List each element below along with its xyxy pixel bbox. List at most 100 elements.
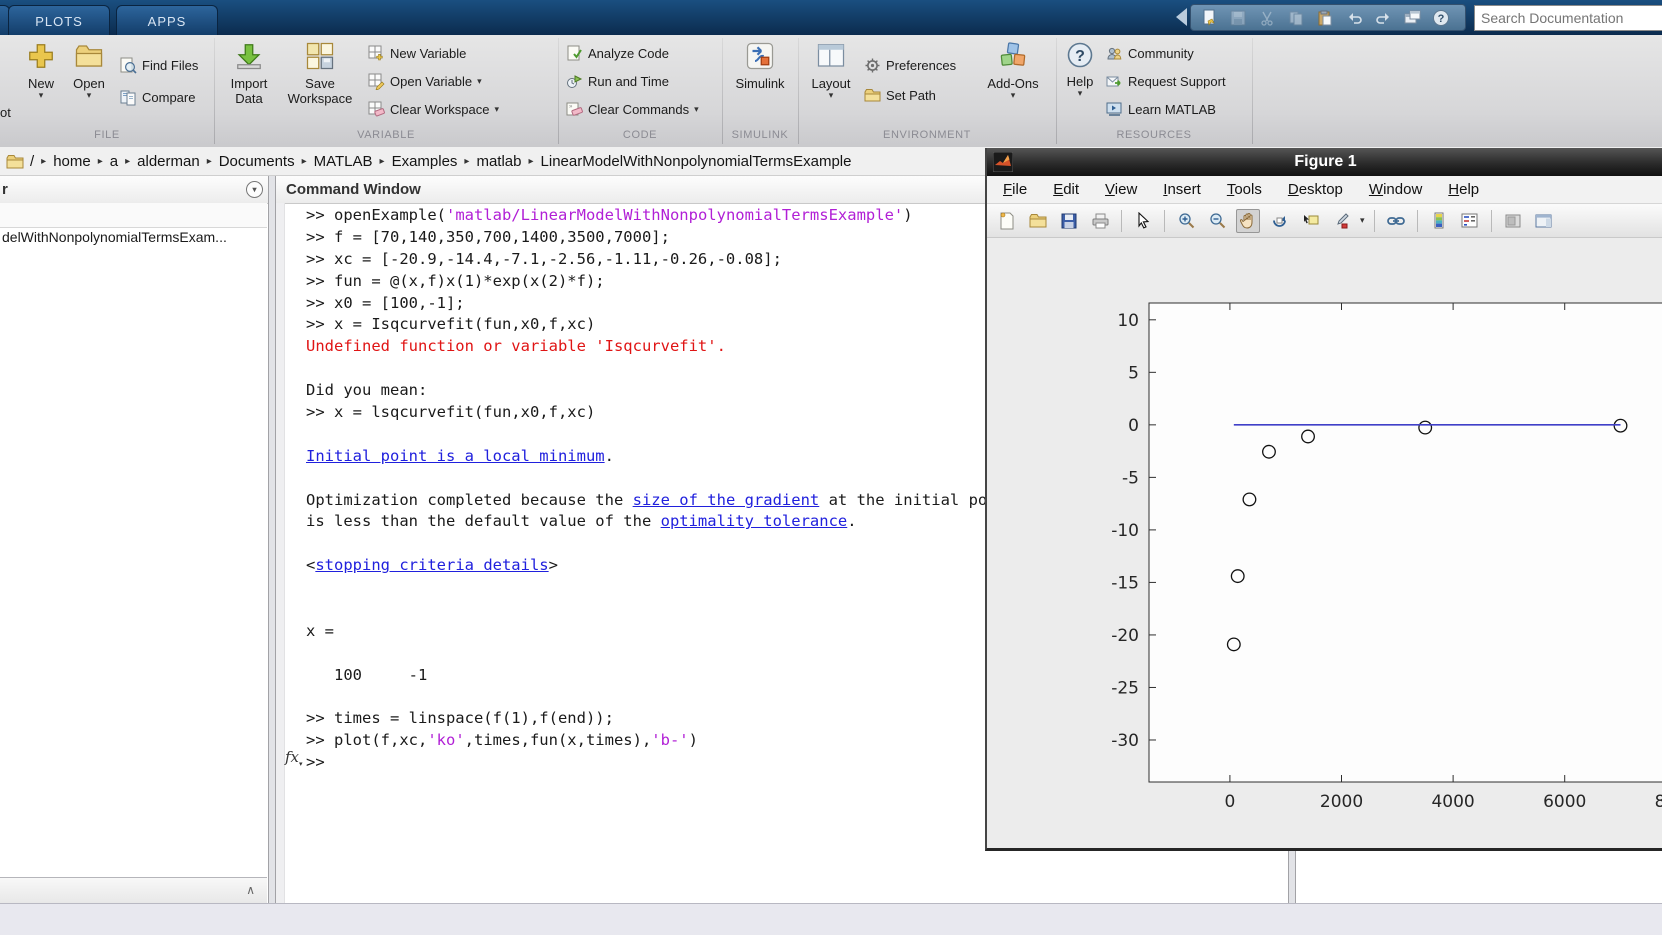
command-text: > [549, 556, 558, 574]
save-icon[interactable] [1226, 7, 1250, 28]
breadcrumb-item[interactable]: matlab [476, 153, 521, 170]
open-button[interactable]: Open ▾ [66, 41, 112, 100]
clear-workspace-button[interactable]: Clear Workspace ▾ [368, 101, 499, 118]
breadcrumb-item[interactable]: a [110, 153, 118, 170]
show-plot-tools-icon[interactable] [1532, 209, 1556, 233]
new-figure-icon[interactable] [995, 209, 1019, 233]
command-hyperlink[interactable]: Initial point is a local minimum [306, 447, 605, 465]
figure-menu-tools[interactable]: Tools [1227, 181, 1262, 198]
import-data-button[interactable]: Import Data [222, 41, 276, 106]
command-hyperlink[interactable]: optimality tolerance [661, 512, 848, 530]
undo-icon[interactable] [1342, 7, 1366, 28]
command-hyperlink[interactable]: stopping criteria details [315, 556, 548, 574]
save-workspace-button[interactable]: Save Workspace [284, 41, 356, 106]
figure-menu-edit[interactable]: Edit [1053, 181, 1079, 198]
tab-plots[interactable]: PLOTS [8, 5, 110, 36]
zoom-out-icon[interactable] [1205, 209, 1229, 233]
figure-menu-file[interactable]: File [1003, 181, 1027, 198]
panel-menu-button[interactable]: ▾ [246, 181, 263, 198]
figure-menu-bar: File Edit View Insert Tools Desktop Window Help [987, 176, 1662, 204]
preferences-button[interactable]: Preferences [864, 57, 956, 74]
breadcrumb-item[interactable]: LinearModelWithNonpolynomialTermsExample [541, 153, 852, 170]
figure-menu-help[interactable]: Help [1448, 181, 1479, 198]
command-hyperlink[interactable]: size of the gradient [633, 491, 820, 509]
learn-matlab-button[interactable]: Learn MATLAB [1106, 101, 1216, 118]
add-ons-button[interactable]: Add-Ons ▾ [984, 41, 1042, 100]
community-button[interactable]: Community [1106, 45, 1194, 62]
details-pane-collapsed[interactable]: ∧ [0, 877, 267, 903]
command-text: >> x0 = [100,-1]; [306, 294, 465, 312]
svg-text:-15: -15 [1111, 573, 1139, 593]
title-band: PLOTS APPS ? [0, 0, 1662, 35]
compare-button[interactable]: Compare [120, 89, 195, 106]
layout-button[interactable]: Layout ▾ [806, 41, 856, 100]
pan-hand-icon[interactable] [1236, 209, 1260, 233]
breadcrumb-item[interactable]: MATLAB [314, 153, 373, 170]
save-figure-icon[interactable] [1057, 209, 1081, 233]
set-path-button[interactable]: Set Path [864, 87, 936, 104]
figure-canvas[interactable]: 020004000600080001050-5-10-15-20-25-30 [987, 238, 1662, 848]
find-files-button[interactable]: Find Files [120, 57, 198, 74]
command-text: >> [306, 753, 325, 771]
insert-colorbar-icon[interactable] [1427, 209, 1451, 233]
copy-icon[interactable] [1284, 7, 1308, 28]
new-variable-button[interactable]: New Variable [368, 45, 466, 62]
command-text: >> plot(f,xc, [306, 731, 427, 749]
run-and-time-button[interactable]: Run and Time [566, 73, 669, 90]
clear-commands-button[interactable]: » Clear Commands ▾ [566, 101, 699, 118]
edit-arrow-icon[interactable] [1131, 209, 1155, 233]
window-icon[interactable] [1400, 7, 1424, 28]
link-plots-icon[interactable] [1384, 209, 1408, 233]
breadcrumb-item[interactable]: / [30, 153, 34, 170]
section-label-resources: RESOURCES [1054, 129, 1254, 141]
rotate-3d-icon[interactable] [1267, 209, 1291, 233]
toolbar-separator [1374, 210, 1375, 232]
figure-menu-desktop[interactable]: Desktop [1288, 181, 1343, 198]
figure-menu-view[interactable]: View [1105, 181, 1137, 198]
data-cursor-icon[interactable] [1298, 209, 1322, 233]
brush-icon[interactable] [1329, 209, 1353, 233]
figure-menu-window[interactable]: Window [1369, 181, 1422, 198]
new-button[interactable]: New ▾ [18, 41, 64, 100]
expand-details-chevron-icon[interactable]: ∧ [246, 883, 255, 897]
zoom-in-icon[interactable] [1174, 209, 1198, 233]
new-script-icon[interactable] [1197, 7, 1221, 28]
breadcrumb-item[interactable]: Examples [392, 153, 458, 170]
svg-text:-25: -25 [1111, 678, 1139, 698]
command-text: 'ko' [427, 731, 464, 749]
breadcrumb-separator-icon: ▸ [380, 156, 385, 167]
insert-legend-icon[interactable] [1458, 209, 1482, 233]
figure-menu-insert[interactable]: Insert [1163, 181, 1201, 198]
tab-plots-label: PLOTS [35, 14, 83, 29]
paste-icon[interactable] [1313, 7, 1337, 28]
redo-icon[interactable] [1371, 7, 1395, 28]
search-documentation-input[interactable] [1474, 5, 1662, 31]
breadcrumb-item[interactable]: alderman [137, 153, 200, 170]
open-file-icon[interactable] [1026, 209, 1050, 233]
tab-apps[interactable]: APPS [116, 5, 218, 36]
cut-icon[interactable] [1255, 7, 1279, 28]
help-button[interactable]: ? Help ▾ [1060, 41, 1100, 98]
svg-text:-5: -5 [1122, 468, 1139, 488]
help-icon[interactable]: ? [1429, 7, 1453, 28]
current-folder-panel: r ▾ delWithNonpolynomialTermsExam... ∧ [0, 176, 269, 903]
breadcrumb-item[interactable]: home [53, 153, 91, 170]
matlab-logo-icon [993, 152, 1013, 172]
figure-title-bar[interactable]: Figure 1 [987, 148, 1662, 176]
breadcrumb-item[interactable]: Documents [219, 153, 295, 170]
quick-access-collapse-icon[interactable] [1176, 8, 1187, 26]
brush-dropdown-icon[interactable]: ▾ [1360, 216, 1365, 225]
fx-function-hints-button[interactable]: fx▾ [285, 748, 303, 768]
request-support-button[interactable]: Request Support [1106, 73, 1226, 90]
print-icon[interactable] [1088, 209, 1112, 233]
simulink-button[interactable]: Simulink [728, 41, 792, 91]
hide-plot-tools-icon[interactable] [1501, 209, 1525, 233]
clear-commands-icon: » [566, 101, 583, 118]
analyze-code-button[interactable]: Analyze Code [566, 45, 669, 62]
command-text: >> fun = @(x,f)x(1)*exp(x(2)*f); [306, 272, 605, 290]
current-folder-header: r ▾ [0, 176, 268, 204]
quick-access-toolbar: ? [1190, 4, 1466, 31]
file-list-item[interactable]: delWithNonpolynomialTermsExam... [0, 229, 267, 248]
command-text: ) [689, 731, 698, 749]
open-variable-button[interactable]: Open Variable ▾ [368, 73, 482, 90]
